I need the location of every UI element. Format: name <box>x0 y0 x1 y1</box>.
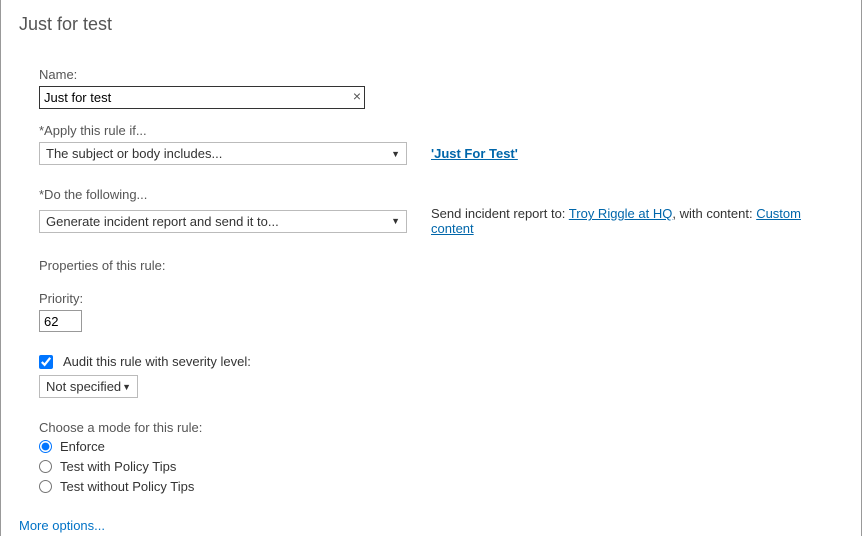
mode-test-with-label: Test with Policy Tips <box>60 459 176 474</box>
clear-icon[interactable]: × <box>353 89 361 103</box>
mode-test-without-radio[interactable] <box>39 480 52 493</box>
chevron-down-icon: ▼ <box>391 149 400 159</box>
audit-label: Audit this rule with severity level: <box>63 354 251 369</box>
more-options-link[interactable]: More options... <box>19 518 843 533</box>
apply-if-value-link[interactable]: 'Just For Test' <box>431 146 518 161</box>
do-following-desc-middle: , with content: <box>672 206 756 221</box>
page-title: Just for test <box>19 14 843 35</box>
mode-test-without-label: Test without Policy Tips <box>60 479 194 494</box>
recipient-link[interactable]: Troy Riggle at HQ <box>569 206 673 221</box>
apply-if-dropdown[interactable]: The subject or body includes... ▼ <box>39 142 407 165</box>
apply-if-selected: The subject or body includes... <box>46 146 222 161</box>
chevron-down-icon: ▼ <box>391 216 400 226</box>
mode-label: Choose a mode for this rule: <box>39 420 843 435</box>
apply-if-label: *Apply this rule if... <box>39 123 843 138</box>
severity-selected: Not specified <box>46 379 121 394</box>
mode-test-with-radio[interactable] <box>39 460 52 473</box>
priority-input[interactable] <box>39 310 82 332</box>
audit-checkbox[interactable] <box>39 355 53 369</box>
properties-label: Properties of this rule: <box>39 258 843 273</box>
severity-dropdown[interactable]: Not specified ▼ <box>39 375 138 398</box>
do-following-dropdown[interactable]: Generate incident report and send it to.… <box>39 210 407 233</box>
priority-label: Priority: <box>39 291 843 306</box>
do-following-desc-prefix: Send incident report to: <box>431 206 569 221</box>
do-following-label: *Do the following... <box>39 187 843 202</box>
mode-enforce-label: Enforce <box>60 439 105 454</box>
name-label: Name: <box>39 67 843 82</box>
name-input[interactable] <box>39 86 365 109</box>
do-following-selected: Generate incident report and send it to.… <box>46 214 279 229</box>
mode-enforce-radio[interactable] <box>39 440 52 453</box>
chevron-down-icon: ▼ <box>122 382 131 392</box>
